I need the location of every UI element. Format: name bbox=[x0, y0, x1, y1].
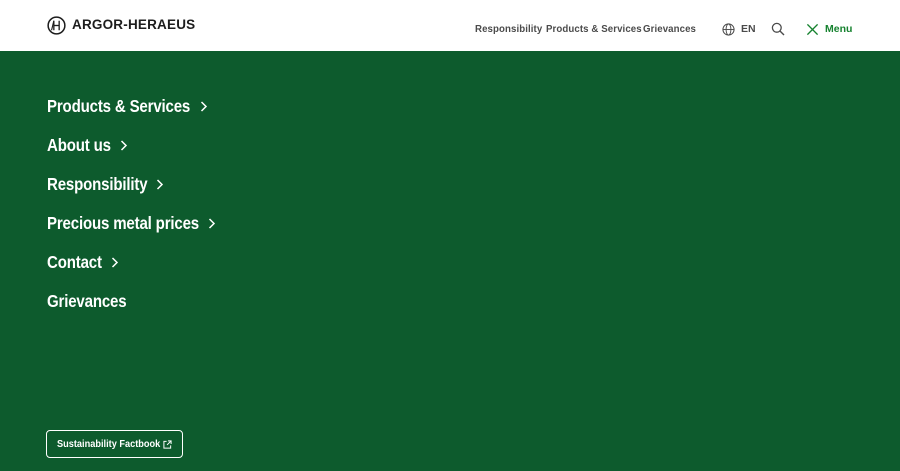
chevron-right-icon bbox=[157, 179, 164, 190]
menu-item-grievances[interactable]: Grievances bbox=[47, 282, 216, 321]
chevron-right-icon bbox=[200, 101, 207, 112]
menu-toggle-label: Menu bbox=[825, 22, 853, 35]
sustainability-factbook-button[interactable]: Sustainability Factbook bbox=[46, 430, 183, 458]
chevron-right-icon bbox=[121, 140, 128, 151]
close-icon bbox=[806, 23, 819, 35]
nav-link-responsibility[interactable]: Responsibility bbox=[475, 23, 542, 36]
menu-item-label: Grievances bbox=[47, 291, 127, 311]
language-label: EN bbox=[741, 22, 756, 35]
search-icon bbox=[771, 22, 785, 36]
menu-item-label: Precious metal prices bbox=[47, 213, 199, 233]
chevron-right-icon bbox=[208, 218, 215, 229]
brand-logo[interactable]: ARGOR-HERAEUS bbox=[47, 15, 195, 35]
brand-name: ARGOR-HERAEUS bbox=[72, 17, 196, 32]
nav-link-grievances[interactable]: Grievances bbox=[643, 23, 696, 36]
menu-item-label: Responsibility bbox=[47, 174, 148, 194]
menu-item-about-us[interactable]: About us bbox=[47, 126, 216, 165]
chevron-right-icon bbox=[111, 257, 118, 268]
menu-item-products-services[interactable]: Products & Services bbox=[47, 87, 216, 126]
menu-item-label: Contact bbox=[47, 252, 102, 272]
menu-item-responsibility[interactable]: Responsibility bbox=[47, 165, 216, 204]
external-link-icon bbox=[163, 440, 172, 449]
menu-item-label: About us bbox=[47, 135, 111, 155]
ah-monogram-icon bbox=[47, 15, 66, 35]
menu-toggle-button[interactable]: Menu bbox=[806, 22, 852, 36]
nav-link-products-services[interactable]: Products & Services bbox=[546, 23, 642, 36]
globe-icon bbox=[722, 22, 735, 36]
main-menu: Products & Services About us Responsibil… bbox=[47, 87, 216, 321]
menu-item-contact[interactable]: Contact bbox=[47, 243, 216, 282]
menu-item-label: Products & Services bbox=[47, 96, 191, 116]
menu-item-precious-metal-prices[interactable]: Precious metal prices bbox=[47, 204, 216, 243]
factbook-label: Sustainability Factbook bbox=[57, 438, 161, 450]
search-button[interactable] bbox=[771, 22, 785, 36]
site-header: ARGOR-HERAEUS Responsibility Products & … bbox=[0, 0, 900, 51]
language-switcher[interactable]: EN bbox=[722, 22, 756, 36]
